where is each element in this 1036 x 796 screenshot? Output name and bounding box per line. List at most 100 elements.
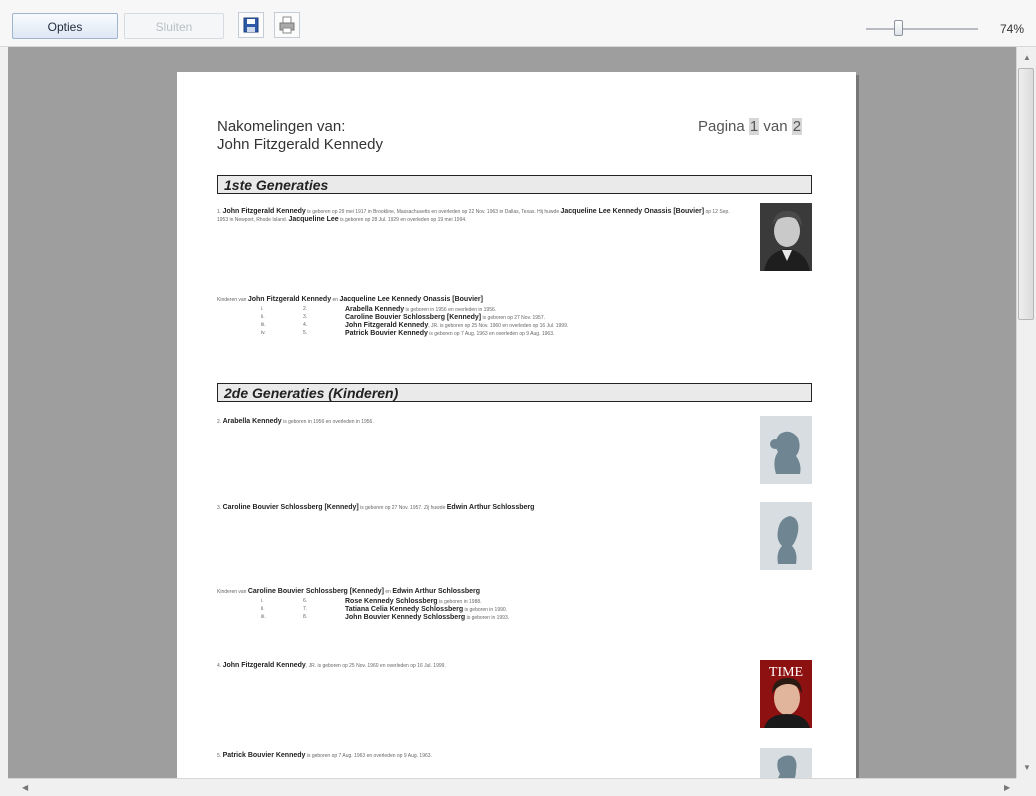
entry-num: 4.	[217, 663, 222, 669]
female-silhouette-placeholder	[760, 416, 812, 484]
report-page: Nakomelingen van: John Fitzgerald Kenned…	[177, 72, 856, 778]
save-icon	[243, 17, 259, 33]
save-button[interactable]	[238, 12, 264, 38]
child-text: Tatiana Celia Kennedy Schlossberg is geb…	[345, 606, 507, 614]
page-title-line2: John Fitzgerald Kennedy	[217, 136, 383, 153]
scroll-left-icon[interactable]: ◀	[22, 783, 28, 792]
zoom-slider-thumb[interactable]	[894, 20, 903, 36]
entry-name: Arabella Kennedy	[222, 418, 282, 425]
entry-num: 2.	[217, 419, 222, 425]
entry-detail: , JR. is geboren op 25 Nov. 1960 en over…	[305, 663, 446, 669]
magazine-cover-photo: TIME	[760, 660, 812, 728]
scroll-down-icon[interactable]: ▼	[1023, 763, 1031, 772]
child-roman: iii.	[261, 614, 266, 620]
child-detail: is geboren in 1988.	[438, 599, 482, 605]
child-text: Arabella Kennedy is geboren in 1956 en o…	[345, 306, 496, 314]
child-text: John Bouvier Kennedy Schlossberg is gebo…	[345, 614, 509, 622]
child-text: Caroline Bouvier Schlossberg [Kennedy] i…	[345, 314, 545, 322]
toolbar: Opties Sluiten 74%	[0, 0, 1036, 47]
gen1-children-intro-label: Kinderen van	[217, 297, 247, 303]
horizontal-scrollbar[interactable]: ◀ ▶	[8, 778, 1016, 796]
child-roman: iv.	[261, 330, 266, 336]
scroll-up-icon[interactable]: ▲	[1023, 53, 1031, 62]
entry-detail: is geboren in 1956 en overleden in 1956.	[283, 419, 374, 425]
gen1-entry-num: 1.	[217, 209, 222, 215]
child-num: 3.	[303, 314, 308, 320]
child-text: John Fitzgerald Kennedy, JR. is geboren …	[345, 322, 568, 330]
generation-1-header: 1ste Generaties	[217, 175, 812, 194]
gen2-entry-caroline: 3. Caroline Bouvier Schlossberg [Kennedy…	[217, 504, 737, 512]
pager-middle: van	[763, 118, 788, 135]
child-name: John Fitzgerald Kennedy	[345, 322, 429, 329]
gen2-children-parent1: Caroline Bouvier Schlossberg [Kennedy]	[247, 588, 385, 595]
gen2-children-parent2: Edwin Arthur Schlossberg	[392, 588, 480, 595]
gen2-children-intro: Kinderen van Caroline Bouvier Schlossber…	[217, 588, 737, 596]
gen2-entry-john-jr: 4. John Fitzgerald Kennedy, JR. is gebor…	[217, 662, 737, 670]
child-name: John Bouvier Kennedy Schlossberg	[345, 614, 466, 621]
gen1-entry-t1: is geboren op 29 mei 1917 in Brookline, …	[307, 209, 560, 215]
entry-num: 5.	[217, 753, 222, 759]
gen1-children-intro: Kinderen van John Fitzgerald Kennedy en …	[217, 296, 737, 304]
gen2-entry-arabella: 2. Arabella Kennedy is geboren in 1956 e…	[217, 418, 737, 426]
report-viewport: Nakomelingen van: John Fitzgerald Kenned…	[8, 47, 1016, 778]
gen1-entry-name: John Fitzgerald Kennedy	[222, 208, 306, 215]
pager-prefix: Pagina	[698, 118, 745, 135]
child-roman: i.	[261, 306, 264, 312]
child-num: 7.	[303, 606, 308, 612]
entry-spouse: Edwin Arthur Schlossberg	[446, 504, 535, 511]
child-roman: ii.	[261, 606, 265, 612]
print-button[interactable]	[274, 12, 300, 38]
entry-detail: is geboren op 27 Nov. 1957. Zij huwde	[360, 505, 446, 511]
child-detail: is geboren in 1956 en overleden in 1956.	[405, 307, 497, 313]
pager-total: 2	[791, 118, 803, 135]
child-text: Rose Kennedy Schlossberg is geboren in 1…	[345, 598, 482, 606]
child-name: Patrick Bouvier Kennedy	[345, 330, 428, 337]
gen1-children-parent1: John Fitzgerald Kennedy	[247, 296, 332, 303]
child-detail: is geboren in 1990.	[464, 607, 508, 613]
child-name: Tatiana Celia Kennedy Schlossberg	[345, 606, 464, 613]
zoom-slider-track[interactable]	[866, 28, 978, 30]
gen1-entry-t3: is geboren op 28 Jul. 1929 en overleden …	[340, 217, 467, 223]
child-detail: is geboren op 27 Nov. 1957.	[482, 315, 545, 321]
gen1-entry-spouse-short: Jacqueline Lee	[288, 216, 339, 223]
child-num: 8.	[303, 614, 308, 620]
child-name: Arabella Kennedy	[345, 306, 405, 313]
child-roman: iii.	[261, 322, 266, 328]
child-num: 2.	[303, 306, 308, 312]
gen2-children-intro-label: Kinderen van	[217, 589, 247, 595]
gen1-entry-spouse: Jacqueline Lee Kennedy Onassis [Bouvier]	[560, 208, 705, 215]
child-name: Rose Kennedy Schlossberg	[345, 598, 438, 605]
child-detail: is geboren in 1993.	[466, 615, 510, 621]
child-num: 5.	[303, 330, 308, 336]
gen1-children-and: en	[332, 297, 339, 303]
female-silhouette-placeholder	[760, 502, 812, 570]
child-detail: is geboren op 7 Aug. 1963 en overleden o…	[429, 331, 555, 337]
zoom-level: 74%	[1000, 22, 1025, 36]
close-button[interactable]: Sluiten	[124, 13, 224, 39]
gen1-children-parent2: Jacqueline Lee Kennedy Onassis [Bouvier]	[339, 296, 483, 303]
child-name: Caroline Bouvier Schlossberg [Kennedy]	[345, 314, 482, 321]
entry-name: John Fitzgerald Kennedy	[222, 662, 306, 669]
vertical-scroll-thumb[interactable]	[1018, 68, 1034, 320]
entry-detail: is geboren op 7 Aug. 1963 en overleden o…	[306, 753, 432, 759]
scroll-right-icon[interactable]: ▶	[1004, 783, 1010, 792]
gen2-children-and: en	[385, 589, 391, 595]
child-detail: , JR. is geboren op 25 Nov. 1960 en over…	[428, 323, 569, 329]
magazine-logo: TIME	[769, 665, 803, 680]
gen2-entry-patrick: 5. Patrick Bouvier Kennedy is geboren op…	[217, 752, 737, 760]
pager-current: 1	[748, 118, 760, 135]
child-roman: ii.	[261, 314, 265, 320]
generation-2-header: 2de Generaties (Kinderen)	[217, 383, 812, 402]
print-icon	[279, 16, 295, 34]
male-silhouette-placeholder	[760, 748, 812, 778]
page-indicator: Pagina 1 van 2	[698, 118, 803, 135]
child-text: Patrick Bouvier Kennedy is geboren op 7 …	[345, 330, 554, 338]
child-num: 4.	[303, 322, 308, 328]
portrait-photo-jfk	[760, 203, 812, 271]
entry-num: 3.	[217, 505, 222, 511]
entry-name: Patrick Bouvier Kennedy	[222, 752, 306, 759]
child-roman: i.	[261, 598, 264, 604]
options-button[interactable]: Opties	[12, 13, 118, 39]
entry-name: Caroline Bouvier Schlossberg [Kennedy]	[222, 504, 359, 511]
page-title-line1: Nakomelingen van:	[217, 118, 346, 135]
